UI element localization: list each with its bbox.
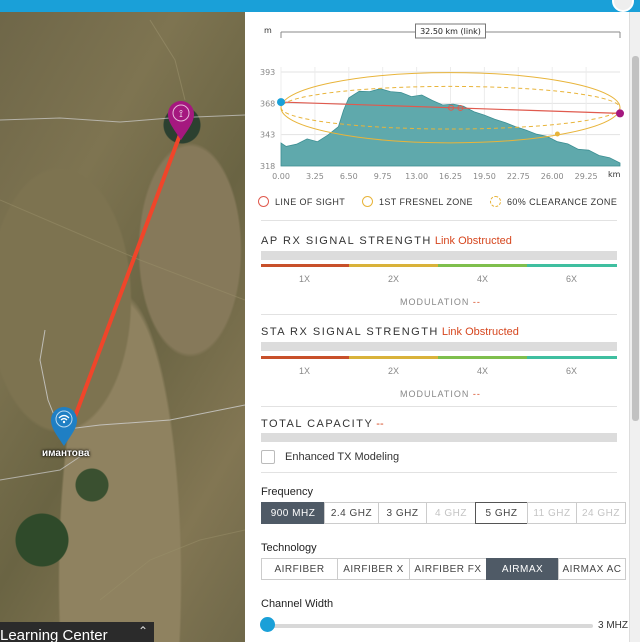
legend-clearance: 60% CLEARANCE ZONE xyxy=(490,196,617,207)
x-tick-label: 6.50 xyxy=(340,172,358,181)
user-avatar[interactable] xyxy=(612,0,634,12)
freq-option-2-4ghz[interactable]: 2.4 GHZ xyxy=(324,502,379,524)
legend-los: LINE OF SIGHT xyxy=(258,196,345,207)
x-tick-label: 19.50 xyxy=(473,172,496,181)
x-tick-label: 9.75 xyxy=(374,172,392,181)
ap-modulation: MODULATION -- xyxy=(400,297,481,307)
tech-option-airmax-ac[interactable]: AIRMAX AC xyxy=(558,558,626,580)
scrollbar-thumb[interactable] xyxy=(632,56,639,421)
ap-rx-status: Link Obstructed xyxy=(434,235,512,247)
road-line xyxy=(0,114,245,123)
learning-center-label: Learning Center xyxy=(0,627,108,642)
ap-rx-title: AP RX SIGNAL STRENGTH Link Obstructed xyxy=(261,235,512,247)
divider xyxy=(261,472,617,473)
x-tick-label: 13.00 xyxy=(405,172,428,181)
x-tick-label: 0.00 xyxy=(272,172,290,181)
divider xyxy=(261,406,617,407)
elevation-profile-chart: 32.50 km (link) m 393 368 343 318 0.00 3.25 6… xyxy=(260,23,624,181)
technology-label: Technology xyxy=(261,542,317,554)
sta-rx-title: STA RX SIGNAL STRENGTH Link Obstructed xyxy=(261,326,519,338)
dashed-circle-icon xyxy=(490,196,501,207)
divider xyxy=(261,314,617,315)
freq-option-3ghz[interactable]: 3 GHZ xyxy=(378,502,427,524)
y-axis-ticks: 393 368 343 318 xyxy=(260,68,275,171)
total-capacity-meter xyxy=(261,433,617,442)
freq-option-4ghz[interactable]: 4 GHZ xyxy=(426,502,476,524)
sta-rx-meter xyxy=(261,342,617,351)
y-tick-label: 318 xyxy=(260,162,275,171)
station-label: имантова xyxy=(42,448,90,459)
fresnel-point xyxy=(554,131,560,137)
x-tick-label: 29.25 xyxy=(575,172,598,181)
enhanced-tx-label: Enhanced TX Modeling xyxy=(285,451,400,463)
chart-legend: LINE OF SIGHT 1ST FRESNEL ZONE 60% CLEAR… xyxy=(258,196,630,210)
ap-rx-ticks: 1X 2X 4X 6X xyxy=(299,274,578,284)
chevron-up-icon: ⌃ xyxy=(137,624,148,638)
map-overlay: ⟟ xyxy=(0,19,245,601)
ap-rx-meter xyxy=(261,251,617,260)
distance-badge-label: 32.50 km (link) xyxy=(420,27,481,36)
link-line xyxy=(68,131,183,431)
tech-option-airfiber-x[interactable]: AIRFIBER X xyxy=(337,558,410,580)
x-axis-ticks: 0.00 3.25 6.50 9.75 13.00 16.25 19.50 22.75 26.0… xyxy=(272,172,597,181)
channel-width-slider-track[interactable] xyxy=(266,624,593,628)
x-axis-unit: km xyxy=(608,170,621,179)
sta-rx-ticks: 1X 2X 4X 6X xyxy=(299,366,578,376)
freq-option-24ghz[interactable]: 24 GHZ xyxy=(576,502,626,524)
y-tick-label: 343 xyxy=(260,131,275,140)
field-edge xyxy=(149,19,186,101)
antenna-icon: ⟟ xyxy=(179,109,183,120)
top-app-bar xyxy=(0,0,640,12)
station-marker[interactable] xyxy=(51,407,77,446)
learning-center-tab[interactable]: Learning Center ⌃ xyxy=(0,622,154,642)
technology-options: AIRFIBER AIRFIBER X AIRFIBER FX AIRMAX A… xyxy=(261,558,626,580)
station-endpoint xyxy=(616,109,624,118)
y-tick-label: 393 xyxy=(260,68,275,77)
y-tick-label: 368 xyxy=(260,99,275,108)
x-tick-label: 26.00 xyxy=(541,172,564,181)
total-capacity-title: TOTAL CAPACITY -- xyxy=(261,418,384,430)
ap-marker[interactable]: ⟟ xyxy=(168,101,194,140)
tech-option-airfiber-fx[interactable]: AIRFIBER FX xyxy=(409,558,487,580)
channel-width-value: 3 MHZ xyxy=(598,620,628,631)
sta-rx-status: Link Obstructed xyxy=(441,326,519,338)
circle-icon xyxy=(362,196,373,207)
x-tick-label: 16.25 xyxy=(439,172,462,181)
sta-rx-scale xyxy=(261,356,617,359)
divider xyxy=(261,220,617,221)
satellite-map[interactable]: ⟟ имантова Learning Center ⌃ xyxy=(0,0,245,642)
panel-scrollbar[interactable] xyxy=(629,12,640,642)
total-capacity-value: -- xyxy=(376,418,384,430)
frequency-label: Frequency xyxy=(261,486,313,498)
x-tick-label: 22.75 xyxy=(507,172,530,181)
channel-width-label: Channel Width xyxy=(261,598,334,610)
sta-modulation: MODULATION -- xyxy=(400,389,481,399)
channel-width-slider-knob[interactable] xyxy=(260,617,275,632)
ap-rx-scale xyxy=(261,264,617,267)
freq-option-900mhz[interactable]: 900 MHZ xyxy=(261,502,325,524)
tech-option-airmax[interactable]: AIRMAX xyxy=(486,558,559,580)
freq-option-5ghz[interactable]: 5 GHZ xyxy=(475,502,528,524)
frequency-options: 900 MHZ 2.4 GHZ 3 GHZ 4 GHZ 5 GHZ 11 GHZ… xyxy=(261,502,626,524)
tech-option-airfiber[interactable]: AIRFIBER xyxy=(261,558,338,580)
circle-icon xyxy=(258,196,269,207)
y-axis-unit: m xyxy=(264,26,272,35)
field-edge xyxy=(99,529,245,601)
enhanced-tx-checkbox[interactable] xyxy=(261,450,275,464)
ap-endpoint xyxy=(277,98,285,107)
freq-option-11ghz[interactable]: 11 GHZ xyxy=(527,502,577,524)
x-tick-label: 3.25 xyxy=(306,172,324,181)
legend-fresnel: 1ST FRESNEL ZONE xyxy=(362,196,473,207)
